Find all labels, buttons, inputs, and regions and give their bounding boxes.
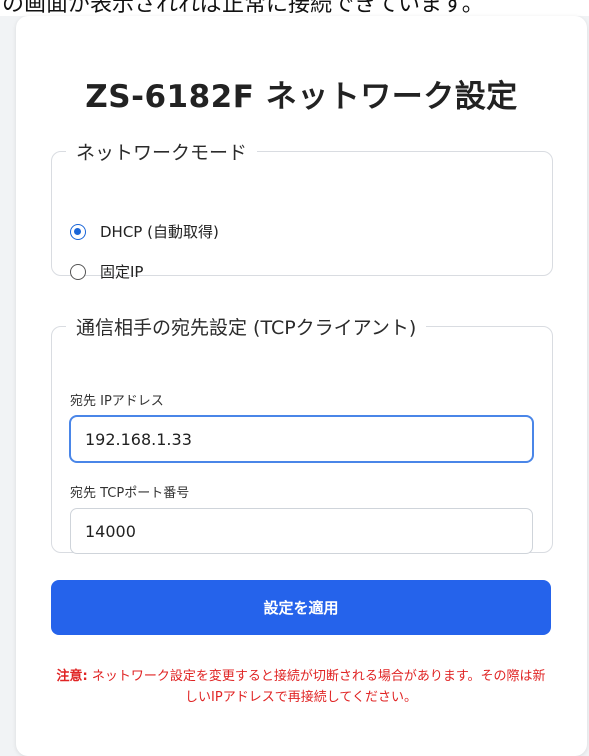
radio-dhcp-label: DHCP (自動取得) [100,223,219,241]
warning-text: ネットワーク設定を変更すると接続が切断される場合があります。その際は新しいIPア… [91,669,546,705]
network-mode-legend: ネットワークモード [76,142,248,164]
destination-legend: 通信相手の宛先設定 (TCPクライアント) [76,317,417,339]
ip-address-input[interactable] [70,416,533,462]
radio-dhcp[interactable] [70,223,86,240]
ip-address-label: 宛先 IPアドレス [70,394,164,409]
apply-settings-button[interactable]: 設定を適用 [51,580,551,635]
warning-note: 注意: ネットワーク設定を変更すると接続が切断される場合があります。その際は新し… [51,666,551,708]
destination-settings-group: 通信相手の宛先設定 (TCPクライアント) 宛先 IPアドレス 宛先 TCPポー… [51,313,553,554]
page-title: ZS-6182F ネットワーク設定 [85,79,518,115]
network-mode-group: ネットワークモード DHCP (自動取得) 固定IP [51,138,553,281]
radio-static-ip[interactable] [70,263,86,280]
previous-content-fragment: の画面が表示されれば正常に接続できています。 [0,0,589,16]
tcp-port-input[interactable] [70,508,533,554]
previous-content-text: の画面が表示されれば正常に接続できています。 [2,0,484,16]
radio-static-ip-label: 固定IP [100,263,144,281]
radio-option-dhcp[interactable]: DHCP (自動取得) [70,221,219,242]
tcp-port-label: 宛先 TCPポート番号 [70,486,190,501]
settings-card: ZS-6182F ネットワーク設定 ネットワークモード DHCP (自動取得) … [16,16,587,756]
radio-option-static-ip[interactable]: 固定IP [70,261,143,282]
warning-prefix: 注意: [56,669,88,684]
